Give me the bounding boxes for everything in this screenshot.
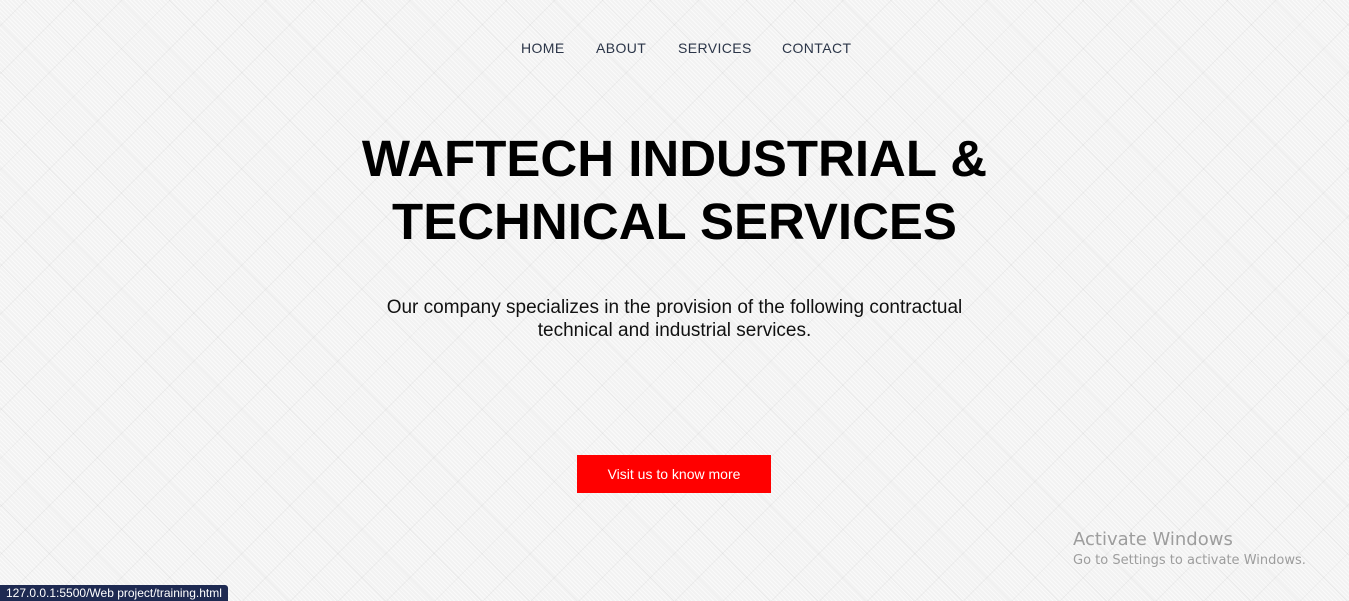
activate-windows-watermark: Activate Windows Go to Settings to activ… [1073,529,1306,571]
watermark-title: Activate Windows [1073,529,1233,550]
nav-link-contact[interactable]: CONTACT [782,40,851,56]
hero-title-line-1: WAFTECH INDUSTRIAL & [361,130,988,187]
watermark-subtitle: Go to Settings to activate Windows. [1073,553,1306,568]
visit-us-button[interactable]: Visit us to know more [577,455,771,493]
nav-link-home[interactable]: HOME [521,40,565,56]
nav-link-services[interactable]: SERVICES [678,40,752,56]
hero-subtitle-line-2: technical and industrial services. [537,320,812,341]
hero-subtitle-line-1: Our company specializes in the provision… [386,297,963,318]
hero-title: WAFTECH INDUSTRIAL & TECHNICAL SERVICES [0,127,1349,253]
hero-title-line-2: TECHNICAL SERVICES [392,193,957,250]
hero-subtitle: Our company specializes in the provision… [0,296,1349,342]
browser-status-url: 127.0.0.1:5500/Web project/training.html [0,585,228,601]
nav-link-about[interactable]: ABOUT [596,40,646,56]
main-nav: HOME ABOUT SERVICES CONTACT [0,40,1349,60]
